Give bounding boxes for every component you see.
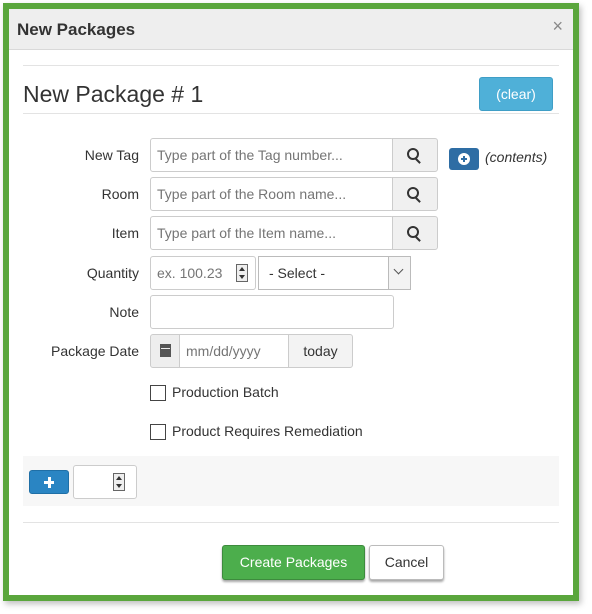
spinner-icon[interactable] [113,473,125,491]
spinner-icon[interactable] [236,264,248,282]
calendar-icon [160,344,171,357]
new-tag-label: New Tag [84,147,139,163]
item-input[interactable] [150,216,394,250]
create-packages-button[interactable]: Create Packages [222,545,365,580]
note-label: Note [109,304,139,320]
plus-icon[interactable] [29,470,69,494]
production-batch-label: Production Batch [172,384,279,400]
new-tag-input[interactable] [150,138,394,172]
search-icon [407,187,419,199]
package-date-label: Package Date [51,343,139,359]
search-icon [407,226,419,238]
requires-remediation-checkbox[interactable] [150,424,166,440]
dialog-titlebar: New Packages × [9,9,573,50]
item-label: Item [111,225,139,241]
dialog-title: New Packages [17,20,136,39]
clear-button[interactable]: (clear) [479,77,553,111]
requires-remediation-label: Product Requires Remediation [172,423,363,439]
new-packages-dialog: New Packages × New Package # 1 (clear) N… [9,9,573,595]
new-tag-search-button[interactable] [392,138,438,172]
package-heading: New Package # 1 [23,81,204,107]
contents-label: (contents) [485,149,548,165]
item-search-button[interactable] [392,216,438,250]
divider [23,113,559,114]
quantity-unit-value: - Select - [269,265,326,281]
plus-circle-icon [458,153,470,165]
close-icon[interactable]: × [552,16,563,37]
production-batch-checkbox[interactable] [150,385,166,401]
contents-button[interactable] [449,148,479,170]
search-icon [407,148,419,160]
quantity-label: Quantity [86,265,139,281]
room-label: Room [101,186,139,202]
chevron-down-icon [388,257,410,289]
note-input[interactable] [150,295,394,329]
quantity-unit-select[interactable]: - Select - [258,256,411,290]
add-count-input[interactable] [73,465,137,499]
dialog-frame: New Packages × New Package # 1 (clear) N… [3,3,579,601]
room-input[interactable] [150,177,394,211]
divider [23,65,559,66]
cancel-button[interactable]: Cancel [369,545,444,580]
calendar-button[interactable] [150,334,180,368]
room-search-button[interactable] [392,177,438,211]
today-button[interactable]: today [288,334,353,368]
divider [23,522,559,523]
package-date-input[interactable] [179,334,289,368]
